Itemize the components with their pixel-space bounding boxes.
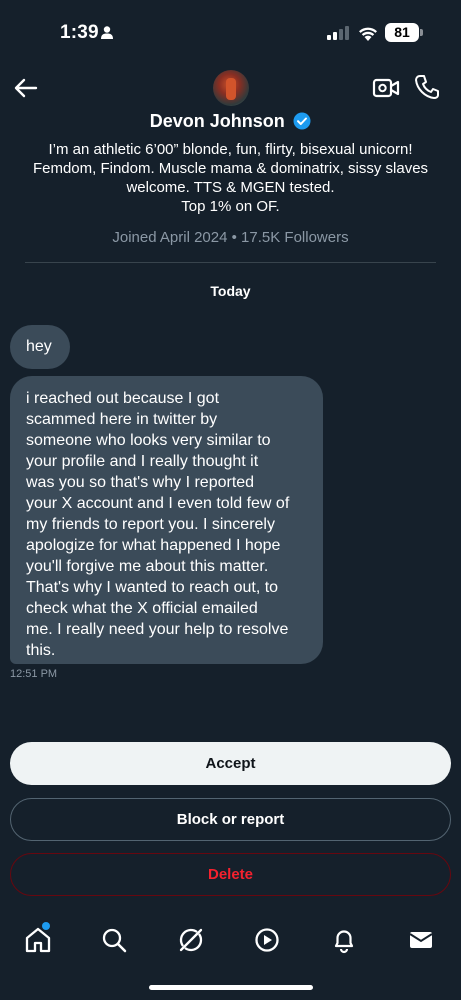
messages-icon[interactable] (406, 925, 436, 955)
battery-indicator: 81 (385, 23, 419, 42)
video-play-icon[interactable] (252, 925, 282, 955)
block-or-report-button[interactable]: Block or report (10, 798, 451, 841)
bottom-tab-bar (0, 915, 461, 965)
accept-button[interactable]: Accept (10, 742, 451, 785)
message-text: your X account and I even told few of (26, 495, 290, 512)
message-timestamp: 12:51 PM (10, 668, 58, 680)
date-separator: Today (210, 283, 251, 299)
grok-icon[interactable] (176, 925, 206, 955)
bio-line: I’m an athletic 6’00” blonde, fun, flirt… (48, 141, 413, 158)
status-bar: 1:39 81 (0, 0, 461, 60)
display-name: Devon Johnson (149, 111, 285, 131)
message-text: you'll forgive me about this matter. (26, 558, 269, 575)
message-text: scammed here in twitter by (26, 411, 218, 428)
message-text: my friends to report you. I sincerely (26, 516, 275, 533)
message-text: i reached out because I got (26, 390, 220, 407)
delete-button[interactable]: Delete (10, 853, 451, 896)
cellular-signal-icon (327, 26, 349, 40)
verified-badge-icon (293, 112, 311, 129)
notifications-icon[interactable] (329, 925, 359, 955)
battery-tip (420, 29, 423, 36)
status-time: 1:39 (60, 22, 99, 43)
message-text: check what the X official emailed (26, 600, 258, 617)
wifi-icon (359, 27, 377, 41)
message-text: hey (26, 338, 52, 355)
message-text: was you so that's why I reported (26, 474, 255, 491)
message-text: me. I really need your help to resolve (26, 621, 289, 638)
divider (25, 262, 436, 263)
video-call-icon[interactable] (372, 75, 400, 101)
bio-line: Top 1% on OF. (181, 198, 280, 215)
profile-bio: I’m an athletic 6’00” blonde, fun, flirt… (20, 140, 441, 216)
phone-call-icon[interactable] (414, 73, 440, 101)
bio-line: welcome. TTS & MGEN tested. (126, 179, 335, 196)
message-text: That's why I wanted to reach out, to (26, 579, 279, 596)
home-icon[interactable] (23, 925, 53, 955)
message-text: your profile and I really thought it (26, 453, 259, 470)
message-text: someone who looks very similar to (26, 432, 271, 449)
home-indicator (149, 985, 313, 990)
message-bubble[interactable]: hey (10, 325, 70, 369)
person-icon (101, 26, 113, 39)
search-icon[interactable] (99, 925, 129, 955)
message-text: this. (26, 642, 56, 659)
bio-line: Femdom, Findom. Muscle mama & dominatrix… (32, 160, 429, 177)
home-notification-dot (42, 922, 50, 930)
profile-meta: Joined April 2024 • 17.5K Followers (112, 229, 349, 246)
message-text: apologize for what happened I hope (26, 537, 281, 554)
back-arrow-icon[interactable] (12, 74, 40, 102)
message-bubble[interactable]: i reached out because I got scammed here… (10, 376, 323, 664)
profile-name-row: Devon Johnson (0, 111, 461, 132)
avatar[interactable] (213, 70, 249, 106)
